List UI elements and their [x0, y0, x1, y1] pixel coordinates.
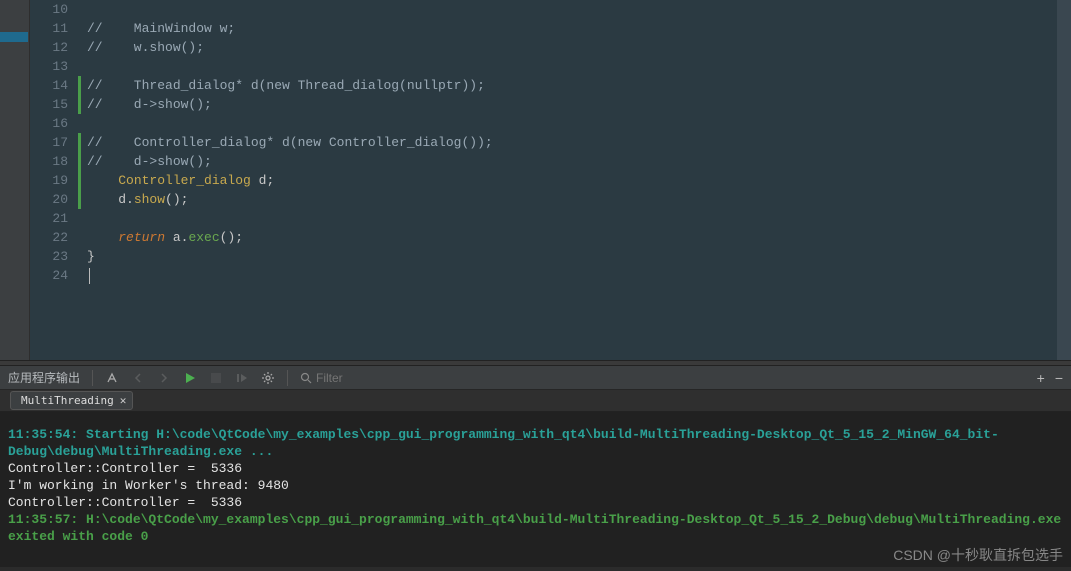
output-tab-label: MultiThreading — [21, 394, 114, 407]
close-icon[interactable]: ✕ — [120, 394, 127, 407]
separator — [92, 370, 93, 386]
line-number: 11 — [30, 19, 68, 38]
line-number: 17 — [30, 133, 68, 152]
line-number: 14 — [30, 76, 68, 95]
code-line[interactable] — [87, 57, 1057, 76]
line-number: 19 — [30, 171, 68, 190]
line-number: 16 — [30, 114, 68, 133]
code-line[interactable]: // w.show(); — [87, 38, 1057, 57]
nav-back-icon — [131, 371, 145, 385]
code-line[interactable]: return a.exec(); — [87, 228, 1057, 247]
line-number: 24 — [30, 266, 68, 285]
watermark: CSDN @十秒耿直拆包选手 — [893, 545, 1063, 565]
zoom-out-icon[interactable]: − — [1055, 370, 1063, 386]
console-line: 11:35:57: H:\code\QtCode\my_examples\cpp… — [8, 511, 1063, 545]
sidebar-marker — [0, 32, 28, 42]
line-number: 10 — [30, 0, 68, 19]
line-number: 13 — [30, 57, 68, 76]
line-number: 21 — [30, 209, 68, 228]
console-line: I'm working in Worker's thread: 9480 — [8, 477, 1063, 494]
output-console[interactable]: 11:35:54: Starting H:\code\QtCode\my_exa… — [0, 412, 1071, 567]
code-line[interactable]: } — [87, 247, 1057, 266]
line-number: 18 — [30, 152, 68, 171]
code-editor[interactable]: 101112131415161718192021222324 // MainWi… — [0, 0, 1071, 360]
output-tabs-bar: MultiThreading ✕ — [0, 390, 1071, 412]
console-line: Controller::Controller = 5336 — [8, 494, 1063, 511]
code-line[interactable]: // Thread_dialog* d(new Thread_dialog(nu… — [87, 76, 1057, 95]
output-toolbar: 应用程序输出 + − — [0, 366, 1071, 390]
text-cursor — [89, 268, 90, 284]
left-sidebar — [0, 0, 30, 360]
step-icon — [235, 371, 249, 385]
output-panel-title: 应用程序输出 — [8, 369, 80, 386]
code-line[interactable]: // d->show(); — [87, 95, 1057, 114]
code-line[interactable] — [87, 266, 1057, 285]
code-line[interactable]: // Controller_dialog* d(new Controller_d… — [87, 133, 1057, 152]
console-line: 11:35:54: Starting H:\code\QtCode\my_exa… — [8, 426, 1063, 460]
code-line[interactable]: // MainWindow w; — [87, 19, 1057, 38]
code-content[interactable]: // MainWindow w;// w.show(); // Thread_di… — [81, 0, 1057, 360]
line-number: 23 — [30, 247, 68, 266]
filter-wrap[interactable] — [300, 371, 436, 385]
search-icon — [300, 372, 312, 384]
code-line[interactable] — [87, 114, 1057, 133]
line-number: 20 — [30, 190, 68, 209]
run-icon[interactable] — [183, 371, 197, 385]
separator — [287, 370, 288, 386]
code-line[interactable]: // d->show(); — [87, 152, 1057, 171]
code-line[interactable] — [87, 209, 1057, 228]
filter-input[interactable] — [316, 371, 436, 385]
code-line[interactable] — [87, 0, 1057, 19]
line-number: 12 — [30, 38, 68, 57]
zoom-in-icon[interactable]: + — [1037, 370, 1045, 386]
console-line: Controller::Controller = 5336 — [8, 460, 1063, 477]
line-number: 22 — [30, 228, 68, 247]
attach-icon[interactable] — [105, 371, 119, 385]
line-number: 15 — [30, 95, 68, 114]
line-number-gutter: 101112131415161718192021222324 — [30, 0, 78, 360]
gear-icon[interactable] — [261, 371, 275, 385]
code-line[interactable]: d.show(); — [87, 190, 1057, 209]
stop-icon — [209, 371, 223, 385]
nav-forward-icon — [157, 371, 171, 385]
output-tab-multithreading[interactable]: MultiThreading ✕ — [10, 391, 133, 410]
code-line[interactable]: Controller_dialog d; — [87, 171, 1057, 190]
editor-scrollbar[interactable] — [1057, 0, 1071, 360]
